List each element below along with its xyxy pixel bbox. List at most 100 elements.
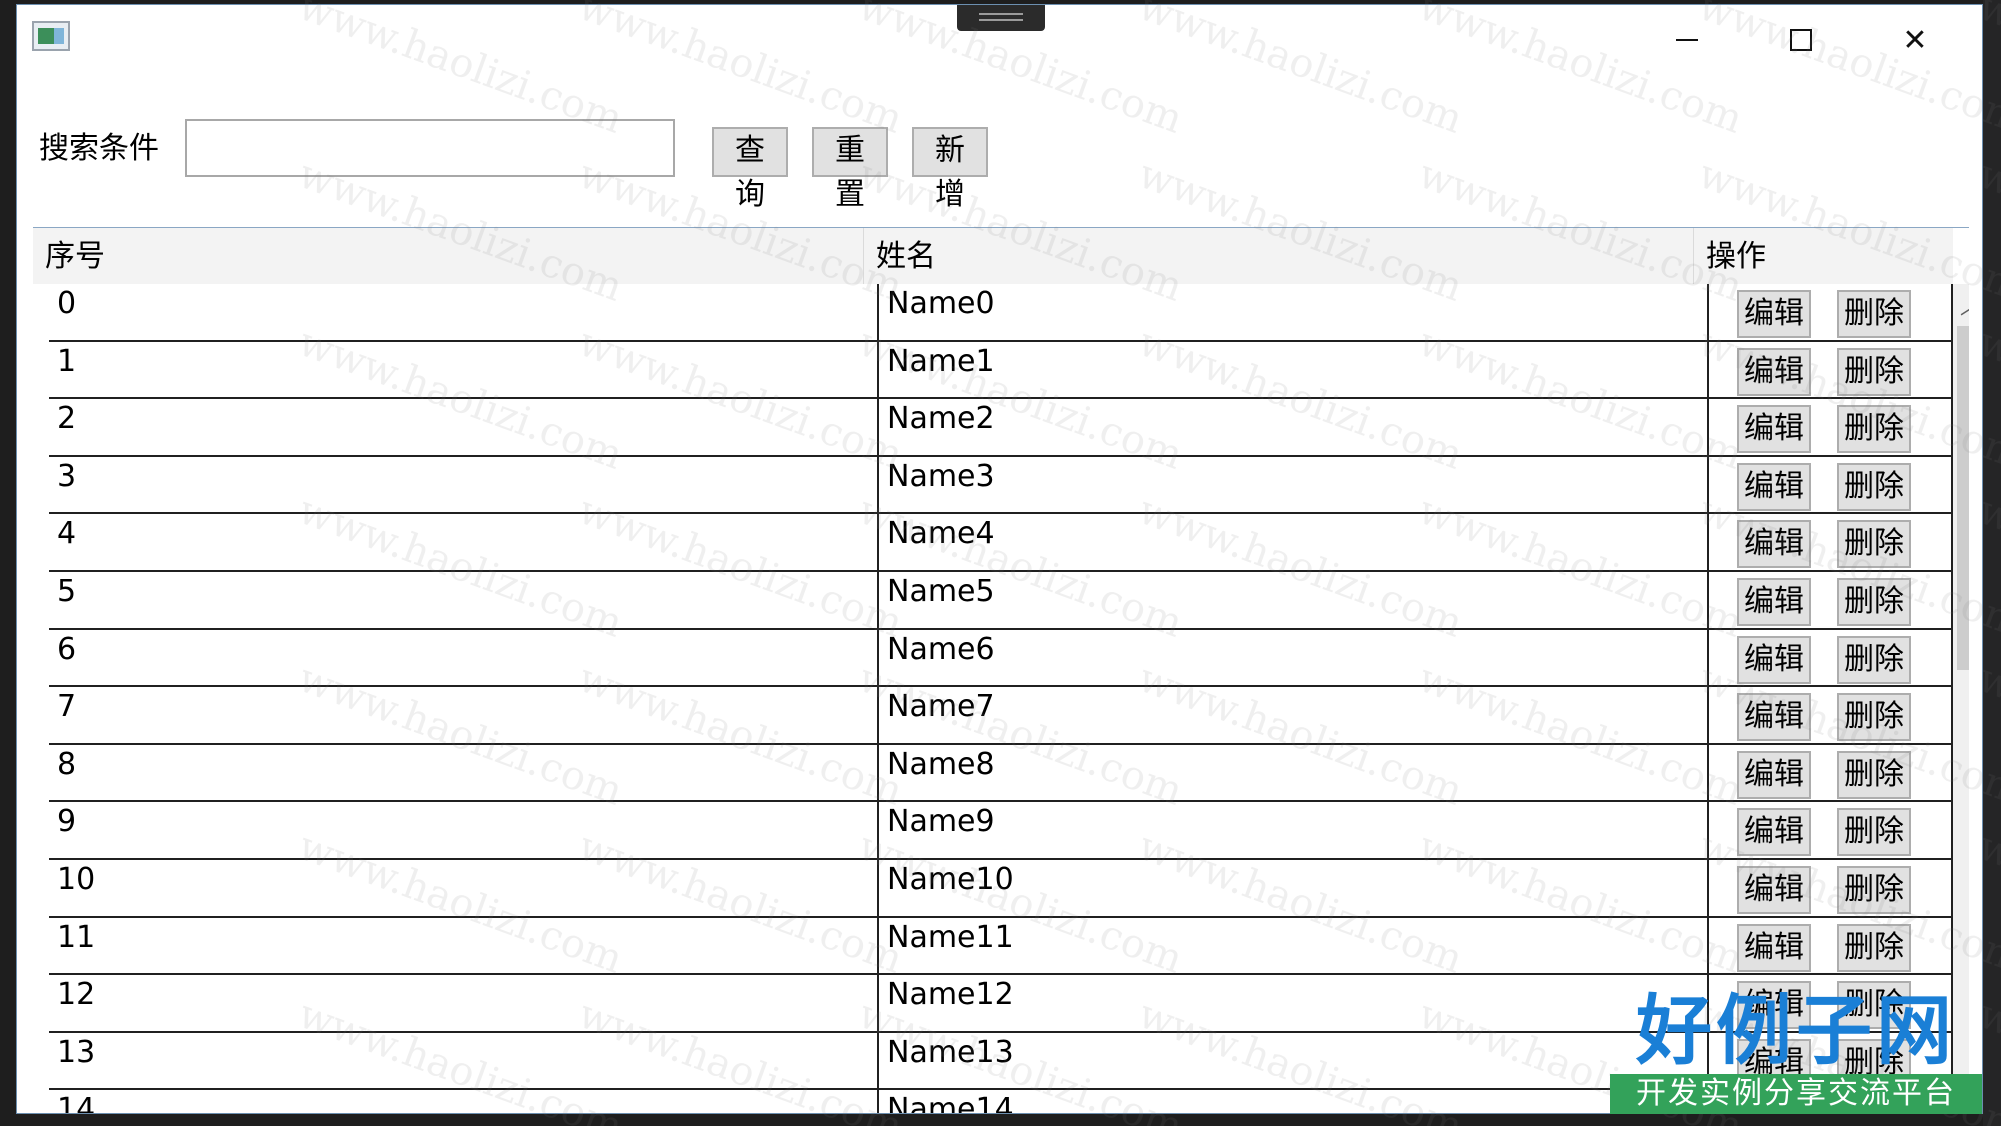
table-row[interactable]: 1 Name1 编辑 删除 xyxy=(49,341,1953,400)
edit-button[interactable]: 编辑 xyxy=(1737,923,1811,972)
table-row[interactable]: 9 Name9 编辑 删除 xyxy=(49,802,1953,860)
cell-name: Name9 xyxy=(879,802,1709,858)
delete-button[interactable]: 删除 xyxy=(1837,405,1911,454)
edit-button[interactable]: 编辑 xyxy=(1737,347,1811,396)
column-header-actions[interactable]: 操作 xyxy=(1693,228,1939,284)
cell-name: Name1 xyxy=(879,341,1709,398)
app-window: ✕ 搜索条件 查询 重置 新增 序号 姓名 操作 0 Name0 编辑 删除 1 Name… xyxy=(16,4,1983,1114)
table-row[interactable]: 6 Name6 编辑 删除 xyxy=(49,629,1953,688)
cell-id: 13 xyxy=(49,1032,879,1089)
delete-button[interactable]: 删除 xyxy=(1837,347,1911,396)
reset-button[interactable]: 重置 xyxy=(812,127,888,212)
cell-id: 4 xyxy=(49,514,879,570)
edit-button[interactable]: 编辑 xyxy=(1737,981,1811,1030)
delete-button[interactable]: 删除 xyxy=(1837,635,1911,684)
column-header-id[interactable]: 序号 xyxy=(33,228,863,284)
cell-actions: 编辑删除 xyxy=(1709,399,1953,455)
cell-actions: 编辑删除 xyxy=(1709,456,1953,513)
vertical-scrollbar[interactable]: ︿ ﹀ xyxy=(1953,284,1969,1113)
delete-button[interactable]: 删除 xyxy=(1837,750,1911,799)
delete-button[interactable]: 删除 xyxy=(1837,693,1911,742)
table-row[interactable]: 3 Name3 编辑 删除 xyxy=(49,456,1953,515)
table-row[interactable]: 13 Name13 编辑 删除 xyxy=(49,1032,1953,1091)
delete-button[interactable]: 删除 xyxy=(1837,520,1911,569)
cell-actions: 编辑删除 xyxy=(1709,917,1953,974)
cell-actions: 编辑删除 xyxy=(1709,514,1953,570)
cell-name: Name12 xyxy=(879,975,1709,1031)
background-editor-right xyxy=(1983,0,2001,1126)
data-grid: 序号 姓名 操作 0 Name0 编辑 删除 1 Name1 编辑 删除 2 Name2 编辑 删除 3… xyxy=(33,227,1969,1113)
cell-id: 10 xyxy=(49,859,879,916)
cell-id: 6 xyxy=(49,629,879,686)
cell-actions: 编辑删除 xyxy=(1709,687,1953,743)
table-row[interactable]: 8 Name8 编辑 删除 xyxy=(49,744,1953,803)
table-row[interactable]: 11 Name11 编辑 删除 xyxy=(49,917,1953,976)
maximize-icon xyxy=(1790,29,1812,51)
maximize-button[interactable] xyxy=(1771,15,1831,65)
cell-name: Name10 xyxy=(879,859,1709,916)
edit-button[interactable]: 编辑 xyxy=(1737,405,1811,454)
table-row[interactable]: 14Name14 编辑 删除 xyxy=(49,1090,1953,1113)
delete-button[interactable]: 删除 xyxy=(1837,290,1911,338)
column-header-name[interactable]: 姓名 xyxy=(863,228,1693,284)
scroll-down-icon[interactable]: ﹀ xyxy=(1953,1074,1969,1110)
cell-name: Name7 xyxy=(879,687,1709,743)
minimize-button[interactable] xyxy=(1657,15,1717,65)
edit-button[interactable]: 编辑 xyxy=(1737,1038,1811,1087)
cell-name: Name5 xyxy=(879,571,1709,628)
cell-id: 0 xyxy=(49,284,879,340)
edit-button[interactable]: 编辑 xyxy=(1737,520,1811,569)
edit-button[interactable]: 编辑 xyxy=(1737,635,1811,684)
edit-button[interactable]: 编辑 xyxy=(1737,1096,1811,1113)
cell-actions: 编辑删除 xyxy=(1709,744,1953,801)
delete-button[interactable]: 删除 xyxy=(1837,981,1911,1030)
cell-name: Name11 xyxy=(879,917,1709,974)
edit-button[interactable]: 编辑 xyxy=(1737,577,1811,626)
add-button[interactable]: 新增 xyxy=(912,127,988,212)
table-row[interactable]: 7 Name7 编辑 删除 xyxy=(49,687,1953,745)
cell-id: 7 xyxy=(49,687,879,743)
cell-actions: 编辑删除 xyxy=(1709,1032,1953,1089)
app-icon xyxy=(32,21,70,51)
title-bar[interactable]: ✕ xyxy=(17,5,1982,75)
edit-button[interactable]: 编辑 xyxy=(1737,462,1811,511)
table-row[interactable]: 5 Name5 编辑 删除 xyxy=(49,571,1953,630)
scrollbar-thumb[interactable] xyxy=(1957,326,1969,670)
delete-button[interactable]: 删除 xyxy=(1837,577,1911,626)
edit-button[interactable]: 编辑 xyxy=(1737,808,1811,857)
cell-actions: 编辑删除 xyxy=(1709,571,1953,628)
search-label: 搜索条件 xyxy=(39,131,159,166)
delete-button[interactable]: 删除 xyxy=(1837,808,1911,857)
table-row[interactable]: 4 Name4 编辑 删除 xyxy=(49,514,1953,572)
cell-name: Name3 xyxy=(879,456,1709,513)
table-row[interactable]: 0 Name0 编辑 删除 xyxy=(49,284,1953,342)
table-row[interactable]: 12 Name12 编辑 删除 xyxy=(49,975,1953,1033)
delete-button[interactable]: 删除 xyxy=(1837,1096,1911,1113)
cell-name: Name4 xyxy=(879,514,1709,570)
table-row[interactable]: 10 Name10 编辑 删除 xyxy=(49,859,1953,918)
scroll-up-icon[interactable]: ︿ xyxy=(1953,290,1969,326)
cell-name: Name8 xyxy=(879,744,1709,801)
edit-button[interactable]: 编辑 xyxy=(1737,865,1811,914)
drag-grip-icon[interactable] xyxy=(957,5,1045,31)
edit-button[interactable]: 编辑 xyxy=(1737,750,1811,799)
grid-rows: 0 Name0 编辑 删除 1 Name1 编辑 删除 2 Name2 编辑 删除 3 Name3 编辑 删除… xyxy=(49,284,1953,1113)
cell-id: 11 xyxy=(49,917,879,974)
close-icon: ✕ xyxy=(1902,22,1928,58)
delete-button[interactable]: 删除 xyxy=(1837,865,1911,914)
cell-id: 3 xyxy=(49,456,879,513)
close-button[interactable]: ✕ xyxy=(1885,15,1945,65)
edit-button[interactable]: 编辑 xyxy=(1737,290,1811,338)
delete-button[interactable]: 删除 xyxy=(1837,462,1911,511)
cell-id: 14 xyxy=(49,1090,879,1113)
query-button[interactable]: 查询 xyxy=(712,127,788,212)
cell-name: Name13 xyxy=(879,1032,1709,1089)
minimize-icon xyxy=(1676,39,1698,41)
delete-button[interactable]: 删除 xyxy=(1837,923,1911,972)
delete-button[interactable]: 删除 xyxy=(1837,1038,1911,1087)
search-input[interactable] xyxy=(185,119,675,177)
edit-button[interactable]: 编辑 xyxy=(1737,693,1811,742)
cell-name: Name0 xyxy=(879,284,1709,340)
cell-actions: 编辑删除 xyxy=(1709,802,1953,858)
table-row[interactable]: 2 Name2 编辑 删除 xyxy=(49,399,1953,457)
